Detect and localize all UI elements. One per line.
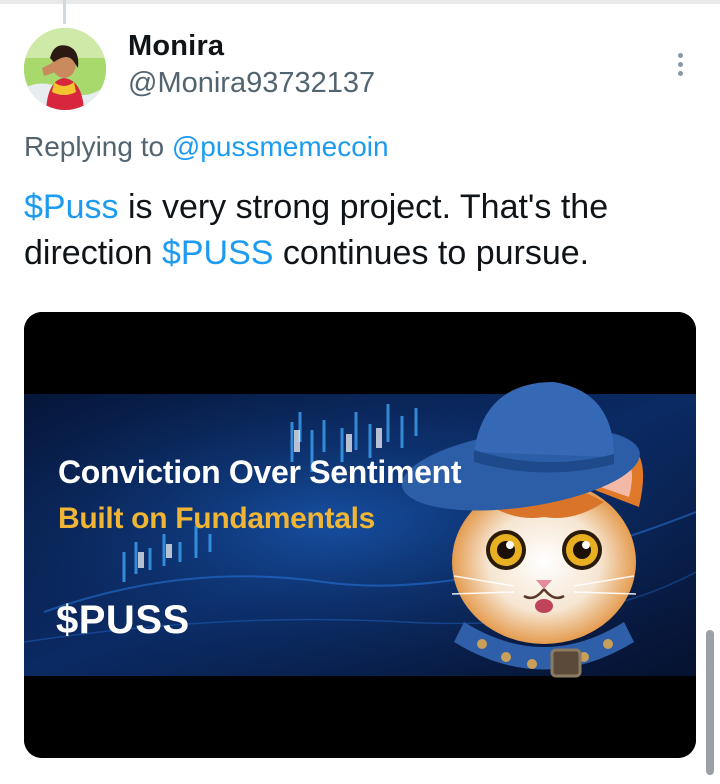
replying-prefix: Replying to bbox=[24, 131, 165, 162]
cashtag-link[interactable]: $Puss bbox=[24, 188, 119, 226]
author-display-name[interactable]: Monira bbox=[128, 30, 224, 63]
more-options-button[interactable] bbox=[668, 44, 692, 84]
media-title: Conviction Over Sentiment bbox=[58, 454, 462, 490]
replying-target-link[interactable]: @pussmemecoin bbox=[172, 131, 389, 162]
media-subtitle: Built on Fundamentals bbox=[58, 502, 376, 535]
replying-to: Replying to @pussmemecoin bbox=[24, 131, 389, 163]
scrollbar-thumb[interactable] bbox=[706, 630, 714, 775]
top-divider bbox=[0, 0, 720, 4]
tweet-media-image[interactable]: Conviction Over Sentiment Built on Funda… bbox=[24, 312, 696, 758]
media-ticker: $PUSS bbox=[56, 598, 190, 642]
cashtag-link[interactable]: $PUSS bbox=[162, 234, 274, 272]
author-handle[interactable]: @Monira93732137 bbox=[128, 67, 375, 100]
tweet-text: $Puss is very strong project. That's the… bbox=[24, 184, 704, 276]
thread-connector-line bbox=[63, 0, 66, 24]
more-vertical-icon bbox=[677, 52, 683, 58]
avatar[interactable] bbox=[24, 28, 106, 110]
tweet-text-part: continues to pursue. bbox=[273, 234, 590, 272]
